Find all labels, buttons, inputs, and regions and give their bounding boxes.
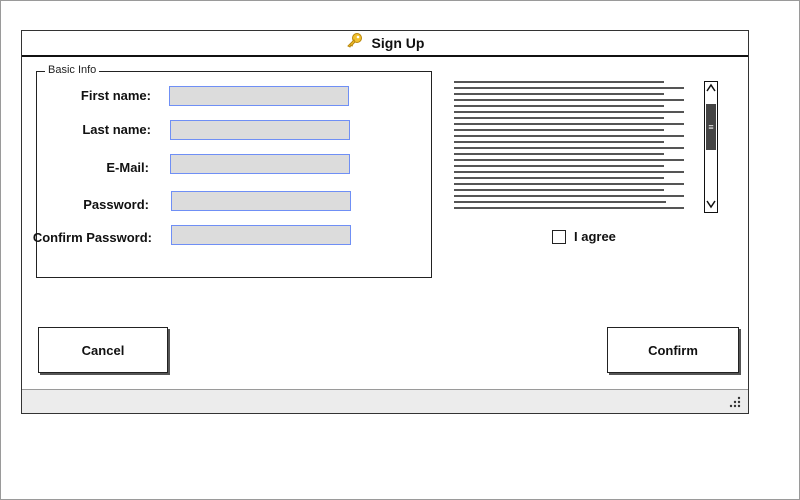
title-bar: Sign Up — [22, 31, 748, 55]
cancel-button[interactable]: Cancel — [38, 327, 168, 373]
text-line — [454, 123, 684, 125]
confirm-password-input[interactable] — [171, 225, 351, 245]
last-name-input[interactable] — [170, 120, 350, 140]
first-name-input[interactable] — [169, 86, 349, 106]
text-line — [454, 105, 664, 107]
basic-info-group: Basic Info First name: Last name: E-Mail… — [33, 64, 432, 278]
signup-dialog: Sign Up Basic Info First name: Last name… — [21, 30, 749, 414]
text-line — [454, 189, 664, 191]
text-line — [454, 135, 684, 137]
text-line — [454, 153, 664, 155]
text-line — [454, 201, 666, 203]
chevron-down-icon[interactable] — [705, 198, 717, 212]
window-title: Sign Up — [371, 35, 425, 51]
email-input[interactable] — [170, 154, 350, 174]
first-name-label: First name: — [80, 88, 151, 103]
agree-label[interactable]: I agree — [574, 229, 616, 244]
text-line — [454, 141, 664, 143]
text-line — [454, 171, 684, 173]
scrollbar-thumb[interactable]: ≡ — [706, 104, 716, 150]
last-name-label: Last name: — [82, 122, 151, 137]
text-line — [454, 117, 664, 119]
text-line — [454, 81, 664, 83]
password-input[interactable] — [171, 191, 351, 211]
basic-info-legend: Basic Info — [45, 64, 100, 76]
terms-scrollbar[interactable]: ≡ — [704, 81, 718, 213]
text-line — [454, 129, 664, 131]
text-line — [454, 87, 684, 89]
text-line — [454, 93, 664, 95]
title-divider — [22, 55, 748, 57]
password-label: Password: — [83, 197, 149, 212]
text-line — [454, 111, 684, 113]
text-line — [454, 195, 684, 197]
text-line — [454, 147, 684, 149]
text-line — [454, 165, 664, 167]
key-icon — [346, 31, 364, 55]
text-line — [454, 99, 684, 101]
text-line — [454, 177, 664, 179]
text-line — [454, 183, 684, 185]
confirm-password-label: Confirm Password: — [32, 230, 152, 245]
agree-row[interactable]: I agree — [552, 229, 616, 244]
terms-text — [454, 77, 686, 211]
text-line — [454, 207, 684, 209]
chevron-up-icon[interactable] — [705, 82, 717, 96]
agree-checkbox[interactable] — [552, 229, 566, 244]
resize-grip-icon[interactable] — [728, 395, 742, 409]
email-label: E-Mail: — [106, 160, 149, 175]
text-line — [454, 159, 684, 161]
confirm-button[interactable]: Confirm — [607, 327, 739, 373]
status-bar — [22, 389, 748, 413]
